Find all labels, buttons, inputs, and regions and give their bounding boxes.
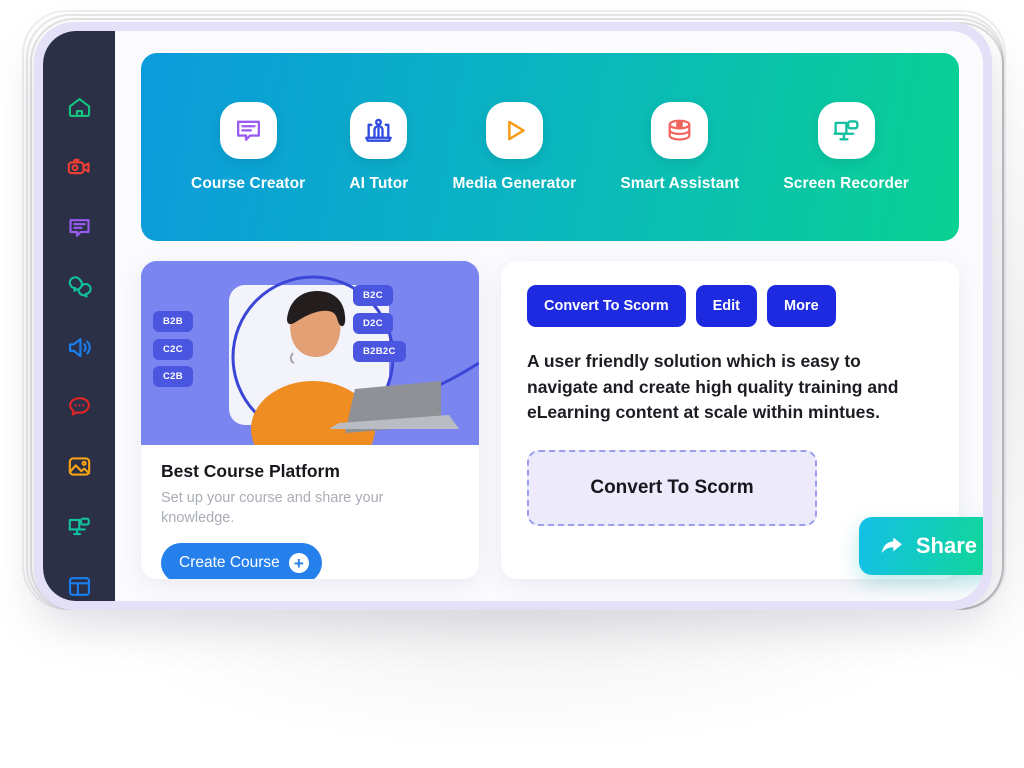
feature-label: Smart Assistant — [620, 174, 740, 192]
hero-tag: C2C — [153, 339, 193, 360]
feature-screen-recorder[interactable]: Screen Recorder — [783, 101, 909, 193]
feature-icon-wrap — [350, 101, 408, 159]
feature-icon-wrap — [219, 101, 277, 159]
scene-root: Course Creator AI Tutor Media Generator … — [0, 0, 1024, 768]
scorm-action-buttons: Convert To Scorm Edit More — [527, 285, 933, 327]
message-lines-icon — [236, 120, 260, 141]
sidebar-item-messages[interactable] — [64, 213, 94, 243]
edit-button[interactable]: Edit — [695, 285, 757, 327]
sidebar-item-video[interactable] — [64, 153, 94, 183]
course-card-body: Best Course Platform Set up your course … — [141, 445, 479, 579]
content-row: B2B C2C C2B B2C D2C B2B2C Best Course Pl… — [141, 261, 959, 579]
app-window: Course Creator AI Tutor Media Generator … — [34, 22, 992, 610]
feature-label: AI Tutor — [349, 174, 409, 192]
page-title: Best Course Platform — [161, 461, 340, 481]
screen-record-icon — [833, 119, 859, 140]
feature-icon-wrap — [651, 101, 709, 159]
convert-to-scorm-button[interactable]: Convert To Scorm — [527, 285, 686, 327]
more-button[interactable]: More — [767, 285, 836, 327]
create-course-label: Create Course — [179, 554, 280, 572]
scorm-description: A user friendly solution which is easy t… — [527, 351, 899, 423]
bottom-shadow-blob — [80, 600, 960, 750]
app-window-inner: Course Creator AI Tutor Media Generator … — [43, 31, 983, 601]
sidebar-item-home[interactable] — [64, 93, 94, 123]
feature-ai-tutor[interactable]: AI Tutor — [349, 101, 409, 193]
feature-banner: Course Creator AI Tutor Media Generator … — [141, 53, 959, 241]
play-triangle-icon — [507, 120, 525, 140]
sidebar-item-comments[interactable] — [64, 392, 94, 422]
plus-icon: + — [288, 553, 309, 574]
chat-bubbles-icon — [68, 275, 92, 298]
sidebar-item-layout[interactable] — [64, 571, 94, 601]
feature-icon-wrap — [817, 101, 875, 159]
sidebar-item-chat[interactable] — [64, 272, 94, 302]
feature-label: Media Generator — [452, 174, 577, 192]
message-lines-icon — [68, 219, 90, 237]
share-arrow-icon — [881, 537, 902, 554]
feature-smart-assistant[interactable]: Smart Assistant — [620, 101, 740, 193]
database-stack-icon — [668, 119, 691, 141]
home-icon — [68, 98, 90, 118]
hero-tag: B2B2C — [353, 341, 406, 362]
comment-dots-icon — [68, 397, 90, 416]
feature-media-generator[interactable]: Media Generator — [452, 101, 577, 193]
screen-record-icon — [67, 517, 90, 535]
layout-grid-icon — [68, 576, 90, 596]
feature-label: Screen Recorder — [783, 174, 909, 192]
video-camera-icon — [67, 158, 90, 175]
feature-label: Course Creator — [191, 174, 306, 192]
share-button[interactable]: Share — [858, 517, 983, 575]
main-content: Course Creator AI Tutor Media Generator … — [115, 31, 983, 601]
share-label: Share — [915, 533, 977, 558]
sidebar-item-audio[interactable] — [64, 332, 94, 362]
sidebar-item-screen-recorder[interactable] — [64, 511, 94, 541]
course-card-subtitle: Set up your course and share your knowle… — [161, 490, 384, 526]
speaker-volume-icon — [68, 337, 91, 357]
sidebar-item-images[interactable] — [64, 452, 94, 482]
sidebar — [43, 31, 115, 601]
convert-to-scorm-dropzone[interactable]: Convert To Scorm — [527, 449, 817, 526]
feature-icon-wrap — [485, 101, 543, 159]
hero-tag: B2B — [153, 311, 193, 332]
hero-tag: D2C — [353, 313, 393, 334]
feature-course-creator[interactable]: Course Creator — [191, 101, 306, 193]
course-hero-image: B2B C2C C2B B2C D2C B2B2C — [141, 261, 479, 445]
hero-tag: B2C — [353, 285, 393, 306]
hero-tag: C2B — [153, 366, 193, 387]
image-photo-icon — [68, 457, 90, 476]
create-course-button[interactable]: Create Course + — [161, 543, 322, 579]
laptop-person-icon — [365, 118, 393, 142]
course-platform-card: B2B C2C C2B B2C D2C B2B2C Best Course Pl… — [141, 261, 479, 579]
